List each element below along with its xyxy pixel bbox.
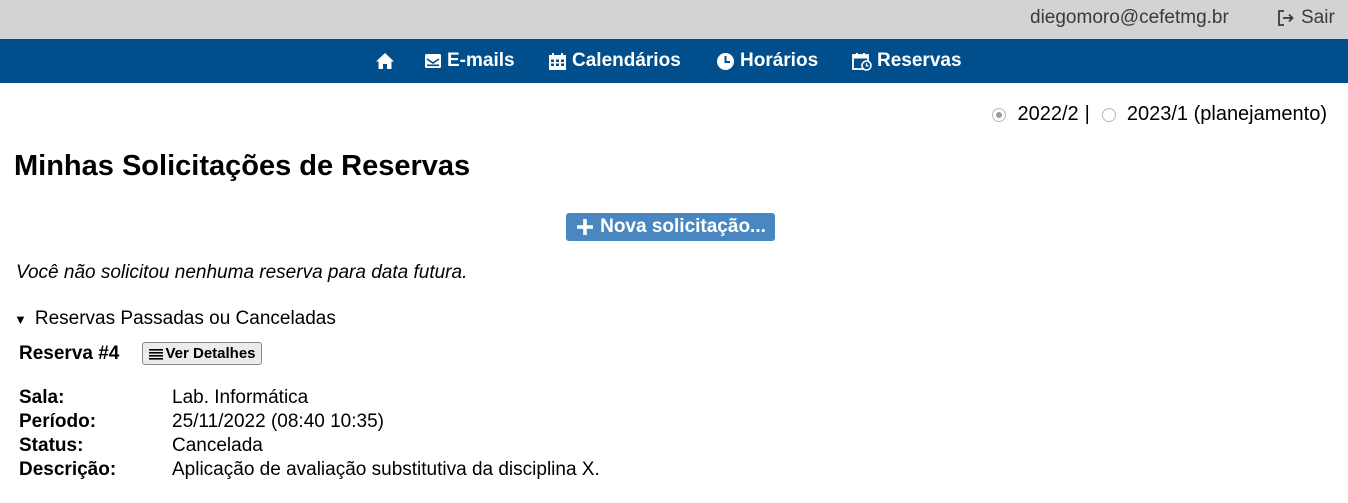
triangle-down-icon: ▼: [14, 311, 27, 327]
reservation-details: Sala: Lab. Informática Período: 25/11/20…: [19, 386, 600, 482]
detail-row-status: Status: Cancelada: [19, 434, 600, 458]
past-reservations-toggle[interactable]: ▼ Reservas Passadas ou Canceladas: [14, 308, 336, 330]
detail-value: Cancelada: [172, 435, 263, 456]
detail-label: Descrição:: [19, 459, 117, 480]
empty-message: Você não solicitou nenhuma reserva para …: [16, 262, 468, 283]
semester-label-2023-1: 2023/1 (planejamento): [1126, 103, 1327, 125]
plus-icon: [577, 219, 594, 235]
semester-selector: 2022/2 | 2023/1 (planejamento): [992, 103, 1327, 126]
envelope-icon: [425, 54, 441, 68]
logout-link[interactable]: Sair: [1277, 7, 1335, 29]
semester-radio-2023-1[interactable]: [1101, 107, 1116, 122]
view-details-label: Ver Detalhes: [165, 345, 256, 362]
nav-calendars[interactable]: Calendários: [548, 39, 681, 83]
home-icon: [376, 53, 394, 69]
semester-separator: |: [1084, 103, 1090, 125]
logout-label: Sair: [1301, 7, 1335, 28]
nav-calendars-label: Calendários: [572, 50, 681, 71]
detail-row-period: Período: 25/11/2022 (08:40 10:35): [19, 410, 600, 434]
main-nav: E-mails Calendários Horários Reservas: [0, 39, 1348, 83]
logout-icon: [1278, 10, 1294, 26]
semester-label-2022-2: 2022/2: [1017, 103, 1079, 125]
view-details-button[interactable]: Ver Detalhes: [142, 342, 262, 365]
detail-label: Período:: [19, 411, 97, 432]
nav-emails[interactable]: E-mails: [424, 39, 515, 83]
past-reservations-label: Reservas Passadas ou Canceladas: [34, 308, 336, 329]
nav-reservations[interactable]: Reservas: [852, 39, 962, 83]
detail-label: Sala:: [19, 387, 65, 408]
page-title: Minhas Solicitações de Reservas: [14, 150, 471, 182]
nav-emails-label: E-mails: [447, 50, 515, 71]
list-icon: [149, 348, 164, 360]
semester-radio-2022-2[interactable]: [992, 107, 1007, 122]
detail-value: Aplicação de avaliação substitutiva da d…: [172, 459, 600, 480]
new-request-button[interactable]: Nova solicitação...: [566, 213, 775, 241]
new-request-label: Nova solicitação...: [600, 216, 766, 237]
detail-label: Status:: [19, 435, 84, 456]
calendar-clock-icon: [852, 52, 872, 71]
detail-value: 25/11/2022 (08:40 10:35): [172, 411, 384, 432]
nav-reservations-label: Reservas: [877, 50, 962, 71]
nav-schedules-label: Horários: [740, 50, 819, 71]
nav-schedules[interactable]: Horários: [716, 39, 818, 83]
reservation-title: Reserva #4: [19, 343, 120, 364]
nav-home[interactable]: [375, 39, 400, 83]
detail-row-description: Descrição: Aplicação de avaliação substi…: [19, 458, 600, 482]
user-email: diegomoro@cefetmg.br: [1030, 7, 1229, 28]
clock-icon: [717, 52, 734, 70]
top-bar: diegomoro@cefetmg.br Sair: [0, 0, 1348, 39]
calendar-icon: [549, 52, 566, 70]
detail-row-room: Sala: Lab. Informática: [19, 386, 600, 410]
detail-value: Lab. Informática: [172, 387, 309, 408]
